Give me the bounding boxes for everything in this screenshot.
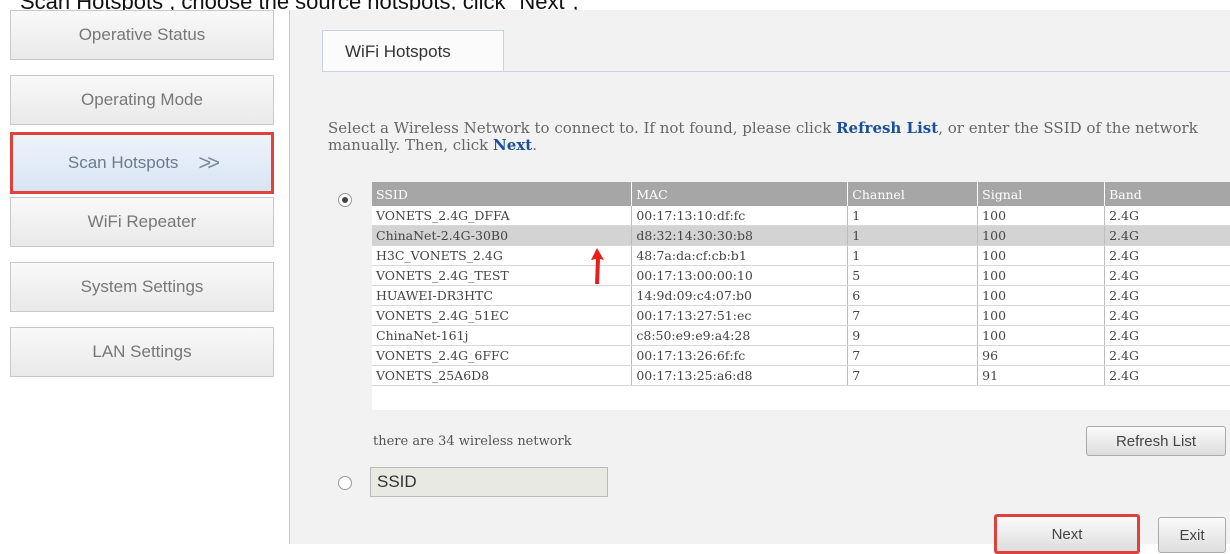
column-header-band: Band [1104,182,1230,206]
sidebar-item-label: Operating Mode [81,90,203,109]
network-table: SSID MAC Channel Signal Band VONETS_2.4G… [372,182,1230,386]
table-cell: VONETS_2.4G_DFFA [372,206,633,226]
column-header-mac: MAC [631,182,849,206]
table-cell: 100 [977,285,1106,306]
table-row[interactable]: VONETS_2.4G_DFFA 00:17:13:10:df:fc 1 100… [372,206,1230,226]
table-cell: 1 [847,206,979,226]
refresh-list-link[interactable]: Refresh List [836,119,938,137]
ssid-input[interactable] [370,467,608,497]
table-cell: 00:17:13:25:a6:d8 [631,365,849,386]
pointer-arrow-icon [591,248,604,284]
table-cell: c8:50:e9:e9:a4:28 [631,325,849,346]
table-row[interactable]: HUAWEI-DR3HTC 14:9d:09:c4:07:b0 6 100 2.… [372,285,1230,306]
table-cell: 100 [977,325,1106,346]
table-cell: VONETS_25A6D8 [372,365,633,386]
next-link[interactable]: Next [493,136,532,154]
table-cell: 5 [847,265,979,286]
table-cell: 6 [847,285,979,306]
column-header-ssid: SSID [372,182,633,206]
table-cell: 48:7a:da:cf:cb:b1 [631,245,849,266]
sidebar-item-label: LAN Settings [92,342,192,361]
table-cell: 2.4G [1104,345,1230,366]
table-row[interactable]: VONETS_2.4G_51EC 00:17:13:27:51:ec 7 100… [372,305,1230,326]
table-cell: 2.4G [1104,305,1230,326]
table-row[interactable]: VONETS_25A6D8 00:17:13:25:a6:d8 7 91 2.4… [372,365,1230,386]
table-row[interactable]: ChinaNet-161j c8:50:e9:e9:a4:28 9 100 2.… [372,325,1230,346]
table-cell: 100 [977,245,1106,266]
table-cell: VONETS_2.4G_51EC [372,305,633,326]
main-panel: WiFi Hotspots Select a Wireless Network … [290,10,1230,554]
sidebar-item-scan-hotspots[interactable]: Scan Hotspots >> [10,132,274,194]
table-row[interactable]: H3C_VONETS_2.4G 48:7a:da:cf:cb:b1 1 100 … [372,245,1230,266]
table-cell: 9 [847,325,979,346]
sidebar-nav: Operative Status Operating Mode Scan Hot… [0,10,290,544]
table-cell: 1 [847,225,979,246]
table-cell: 7 [847,365,979,386]
table-cell: VONETS_2.4G_6FFC [372,345,633,366]
table-row[interactable]: VONETS_2.4G_TEST 00:17:13:00:00:10 5 100… [372,265,1230,286]
table-cell: 2.4G [1104,225,1230,246]
exit-button[interactable]: Exit [1158,517,1226,553]
table-cell: 100 [977,305,1106,326]
table-cell: 100 [977,225,1106,246]
sidebar-item-system-settings[interactable]: System Settings [10,262,274,312]
table-cell: ChinaNet-161j [372,325,633,346]
tab-wifi-hotspots[interactable]: WiFi Hotspots [322,30,504,72]
sidebar-item-lan-settings[interactable]: LAN Settings [10,327,274,377]
table-cell: 91 [977,365,1106,386]
column-header-channel: Channel [847,182,979,206]
sidebar-item-operating-mode[interactable]: Operating Mode [10,75,274,125]
table-row[interactable]: VONETS_2.4G_6FFC 00:17:13:26:6f:fc 7 96 … [372,345,1230,366]
double-chevron-right-icon: >> [198,150,220,175]
network-list-radio[interactable] [338,193,352,207]
instructions-part: . [532,136,537,154]
table-cell: 2.4G [1104,245,1230,266]
sidebar-item-label: System Settings [80,277,204,296]
table-cell: 00:17:13:26:6f:fc [631,345,849,366]
table-cell: 100 [977,206,1106,226]
table-cell: 2.4G [1104,265,1230,286]
table-cell: d8:32:14:30:30:b8 [631,225,849,246]
tab-divider [322,71,1230,72]
sidebar-item-label: Operative Status [78,25,206,44]
table-cell: 2.4G [1104,325,1230,346]
table-row-selected[interactable]: ChinaNet-2.4G-30B0 d8:32:14:30:30:b8 1 1… [372,225,1230,246]
network-table-container[interactable]: SSID MAC Channel Signal Band VONETS_2.4G… [372,182,1230,410]
table-cell: 7 [847,345,979,366]
refresh-list-button[interactable]: Refresh List [1086,426,1226,456]
instructions-text: Select a Wireless Network to connect to.… [328,120,1228,154]
table-header-row: SSID MAC Channel Signal Band [372,182,1230,206]
sidebar-item-label: Scan Hotspots [67,153,179,172]
network-count-text: there are 34 wireless network [373,434,572,449]
table-cell: 2.4G [1104,285,1230,306]
table-cell: ChinaNet-2.4G-30B0 [372,225,633,246]
table-cell: 00:17:13:00:00:10 [631,265,849,286]
column-header-signal: Signal [977,182,1106,206]
table-cell: 100 [977,265,1106,286]
sidebar-item-operative-status[interactable]: Operative Status [10,10,274,60]
table-cell: 96 [977,345,1106,366]
table-cell: 2.4G [1104,206,1230,226]
table-cell: HUAWEI-DR3HTC [372,285,633,306]
table-cell: 14:9d:09:c4:07:b0 [631,285,849,306]
next-button[interactable]: Next [994,514,1140,554]
table-cell: 2.4G [1104,365,1230,386]
table-cell: 00:17:13:10:df:fc [631,206,849,226]
table-cell: 1 [847,245,979,266]
instructions-part: Select a Wireless Network to connect to.… [328,119,837,137]
sidebar-item-label: WiFi Repeater [87,212,197,231]
manual-ssid-radio[interactable] [338,476,352,490]
sidebar-item-wifi-repeater[interactable]: WiFi Repeater [10,197,274,247]
table-cell: 00:17:13:27:51:ec [631,305,849,326]
table-cell: 7 [847,305,979,326]
